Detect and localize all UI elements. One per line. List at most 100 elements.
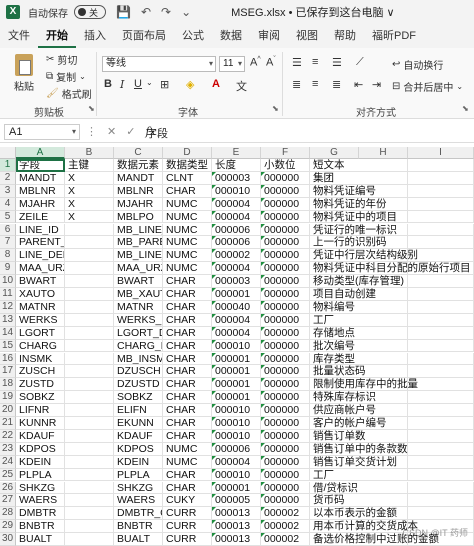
table-cell[interactable]: ZUSTD xyxy=(16,378,65,391)
table-cell[interactable]: 000010 xyxy=(212,404,261,417)
table-cell[interactable] xyxy=(65,507,114,520)
table-cell[interactable]: KDEIN xyxy=(16,456,65,469)
table-cell[interactable]: CHAR xyxy=(163,288,212,301)
table-cell[interactable] xyxy=(65,327,114,340)
table-cell[interactable]: 000001 xyxy=(212,365,261,378)
table-cell[interactable]: 000010 xyxy=(212,340,261,353)
table-cell[interactable]: 000004 xyxy=(212,211,261,224)
table-cell[interactable] xyxy=(408,443,474,456)
table-cell[interactable] xyxy=(408,391,474,404)
enter-icon[interactable]: ✓ xyxy=(126,125,135,138)
row-header[interactable]: 22 xyxy=(0,430,16,443)
copy-button[interactable]: ⧉ 复制 ⌄ xyxy=(46,69,86,84)
clipboard-launcher-icon[interactable]: ⬊ xyxy=(88,104,95,113)
table-cell[interactable]: WAERS xyxy=(16,494,65,507)
table-cell[interactable] xyxy=(408,469,474,482)
table-cell[interactable] xyxy=(359,327,408,340)
row-header[interactable]: 2 xyxy=(0,172,16,185)
table-cell[interactable]: MBLPO xyxy=(114,211,163,224)
wrap-text-button[interactable]: ↩ 自动换行 xyxy=(392,57,443,72)
table-cell[interactable]: 000000 xyxy=(261,378,310,391)
row-header[interactable]: 4 xyxy=(0,198,16,211)
row-header[interactable]: 13 xyxy=(0,314,16,327)
table-cell[interactable]: 000002 xyxy=(261,507,310,520)
table-cell[interactable]: CHAR xyxy=(163,417,212,430)
table-cell[interactable]: 客户的帐户编号 xyxy=(310,417,359,430)
table-cell[interactable] xyxy=(408,327,474,340)
table-cell[interactable]: 000003 xyxy=(212,172,261,185)
table-cell[interactable]: KDAUF xyxy=(16,430,65,443)
table-cell[interactable]: 数据元素 xyxy=(114,159,163,172)
table-cell[interactable]: 主键 xyxy=(65,159,114,172)
table-cell[interactable]: 备选价格控制中过账的金额 xyxy=(310,533,359,546)
table-cell[interactable]: 000001 xyxy=(212,353,261,366)
table-cell[interactable]: INSMK xyxy=(16,353,65,366)
table-cell[interactable]: MB_LINE_DEPTH xyxy=(114,249,163,262)
table-cell[interactable] xyxy=(408,288,474,301)
table-cell[interactable]: 000006 xyxy=(212,224,261,237)
table-cell[interactable]: MBLNR xyxy=(16,185,65,198)
table-cell[interactable] xyxy=(408,417,474,430)
table-cell[interactable] xyxy=(65,391,114,404)
align-center-icon[interactable]: ≡ xyxy=(312,78,318,90)
table-cell[interactable] xyxy=(65,430,114,443)
table-cell[interactable]: 工厂 xyxy=(310,314,359,327)
table-cell[interactable]: 000006 xyxy=(212,443,261,456)
table-cell[interactable]: 000004 xyxy=(212,198,261,211)
table-cell[interactable] xyxy=(65,249,114,262)
align-top-icon[interactable]: ☰ xyxy=(292,56,302,69)
row-header[interactable]: 7 xyxy=(0,236,16,249)
table-cell[interactable]: 000000 xyxy=(261,494,310,507)
table-cell[interactable]: 物料凭证编号 xyxy=(310,185,359,198)
row-header[interactable]: 15 xyxy=(0,340,16,353)
table-cell[interactable]: 000000 xyxy=(261,443,310,456)
table-cell[interactable]: MAA_URZEI xyxy=(16,262,65,275)
table-cell[interactable] xyxy=(408,340,474,353)
table-cell[interactable]: 000000 xyxy=(261,185,310,198)
font-launcher-icon[interactable]: ⬊ xyxy=(272,104,279,113)
tab-7[interactable]: 视图 xyxy=(288,24,326,48)
table-cell[interactable]: MB_LINE_ID xyxy=(114,224,163,237)
table-cell[interactable]: CHAR xyxy=(163,185,212,198)
table-cell[interactable]: CHAR xyxy=(163,430,212,443)
table-cell[interactable]: 000006 xyxy=(212,236,261,249)
table-cell[interactable]: MANDT xyxy=(16,172,65,185)
fill-color-icon[interactable]: ◈ xyxy=(186,78,194,91)
document-title[interactable]: MSEG.xlsx • 已保存到这台电脑 ∨ xyxy=(231,4,394,20)
table-cell[interactable]: MANDT xyxy=(114,172,163,185)
table-cell[interactable]: ELIFN xyxy=(114,404,163,417)
decrease-indent-icon[interactable]: ⇤ xyxy=(354,78,363,91)
table-cell[interactable]: 000002 xyxy=(212,249,261,262)
table-cell[interactable] xyxy=(65,353,114,366)
table-cell[interactable]: 用本币计算的交货成本 xyxy=(310,520,359,533)
tab-4[interactable]: 公式 xyxy=(174,24,212,48)
table-cell[interactable] xyxy=(408,224,474,237)
table-cell[interactable]: KDPOS xyxy=(16,443,65,456)
table-cell[interactable] xyxy=(359,301,408,314)
font-name-select[interactable]: 等线 ▾ xyxy=(102,56,216,72)
customize-toolbar-icon[interactable]: ⌄ xyxy=(181,5,191,19)
table-cell[interactable]: 000010 xyxy=(212,185,261,198)
orientation-icon[interactable]: ⟋ xyxy=(356,56,364,69)
merge-center-button[interactable]: ⊟ 合并后居中 ⌄ xyxy=(392,79,463,94)
align-right-icon[interactable]: ≣ xyxy=(332,78,341,91)
table-cell[interactable]: CURR xyxy=(163,533,212,546)
table-cell[interactable]: CHAR xyxy=(163,353,212,366)
row-header[interactable]: 5 xyxy=(0,211,16,224)
alignment-launcher-icon[interactable]: ⬊ xyxy=(462,104,469,113)
table-cell[interactable]: 小数位 xyxy=(261,159,310,172)
table-cell[interactable]: 000000 xyxy=(261,365,310,378)
table-cell[interactable] xyxy=(408,301,474,314)
table-cell[interactable]: 000000 xyxy=(261,198,310,211)
table-cell[interactable]: DMBTR_CS xyxy=(114,507,163,520)
table-cell[interactable]: 000000 xyxy=(261,327,310,340)
table-cell[interactable]: SOBKZ xyxy=(114,391,163,404)
table-cell[interactable] xyxy=(65,482,114,495)
table-cell[interactable] xyxy=(408,456,474,469)
format-painter-button[interactable]: 🖌 格式刷 xyxy=(46,86,92,101)
table-cell[interactable] xyxy=(408,236,474,249)
table-cell[interactable]: 000000 xyxy=(261,288,310,301)
table-cell[interactable] xyxy=(65,301,114,314)
table-cell[interactable]: CHAR xyxy=(163,469,212,482)
table-cell[interactable] xyxy=(408,353,474,366)
